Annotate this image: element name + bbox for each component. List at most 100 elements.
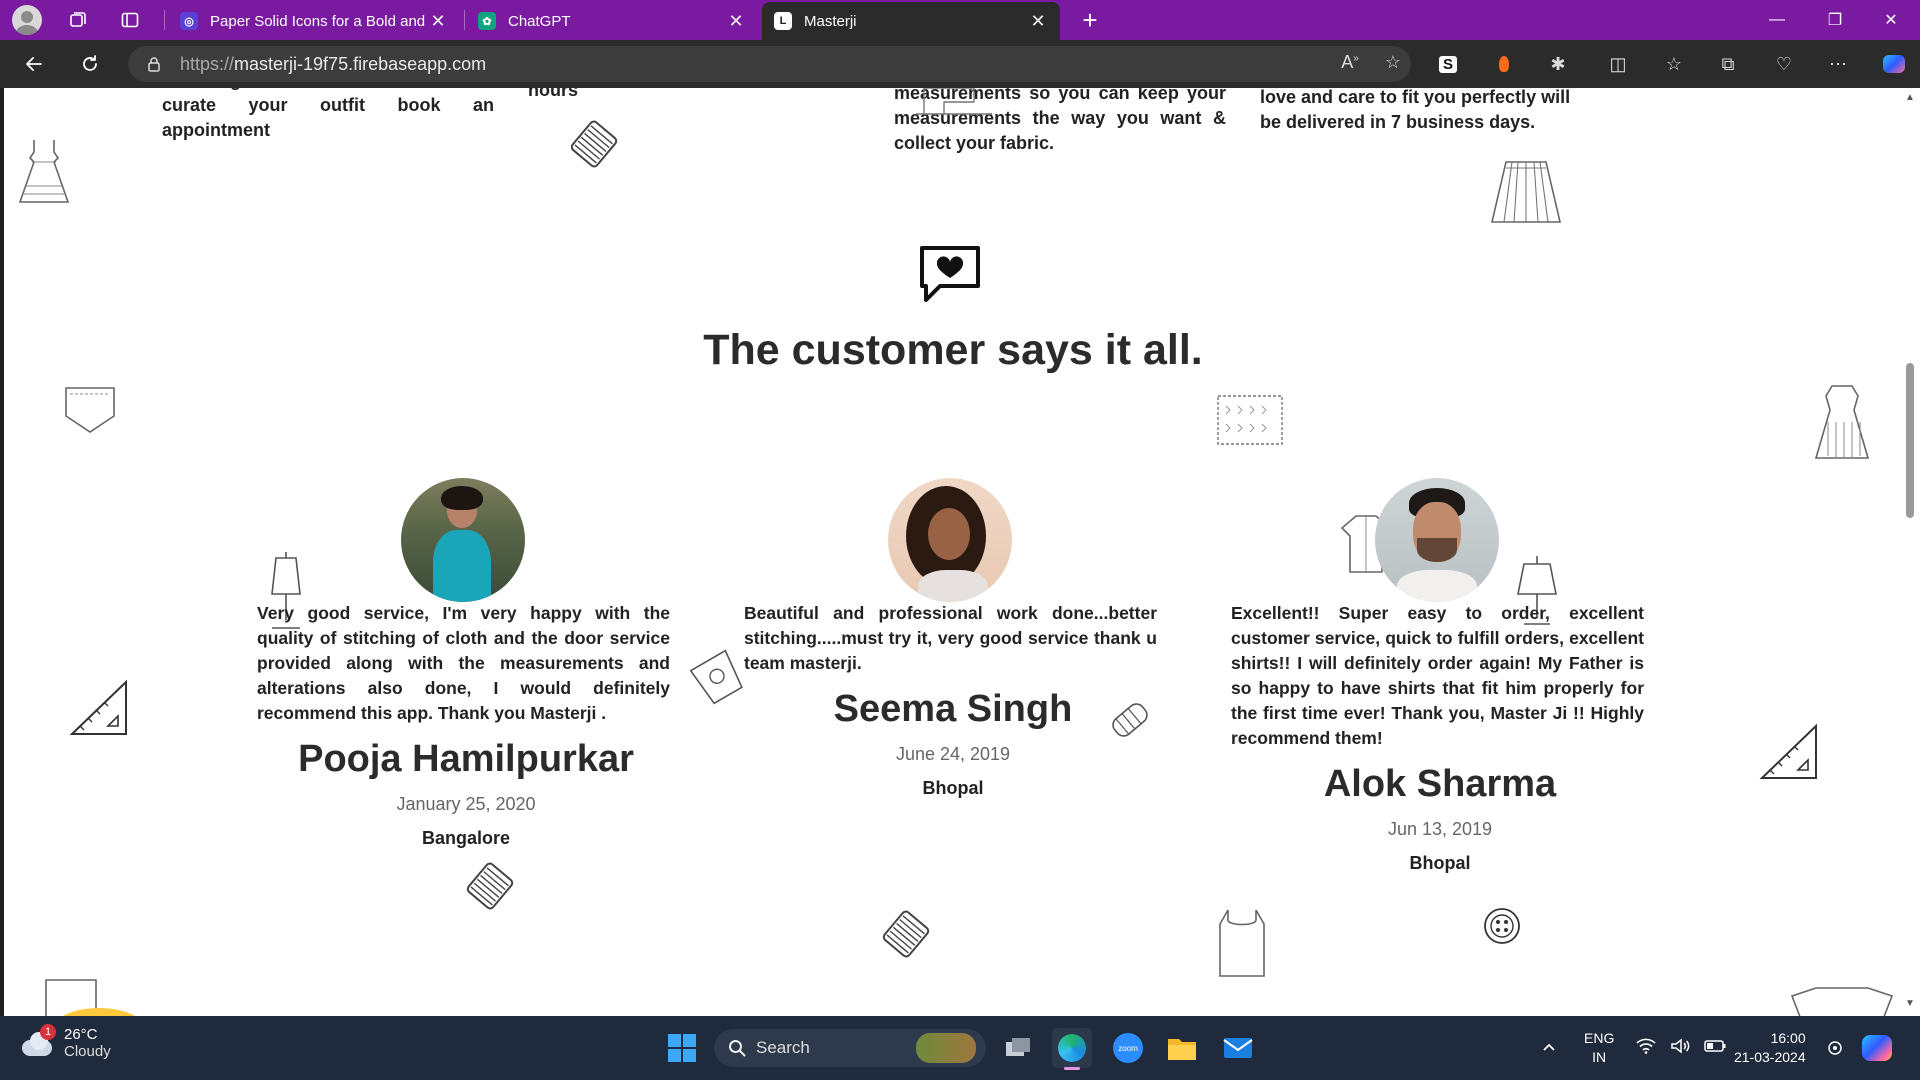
page-viewport: subcategories in Men and Women and curat…	[4, 88, 1902, 1016]
windows-taskbar: 1 26°C Cloudy Search zoom ENG IN 16:00 2…	[0, 1016, 1920, 1080]
close-tab-icon[interactable]: ✕	[428, 11, 448, 32]
page-scrollbar[interactable]: ▲ ▼	[1900, 88, 1920, 1016]
task-view-icon[interactable]	[998, 1028, 1038, 1068]
step-text-hours: hours	[528, 88, 579, 100]
read-aloud-icon[interactable]: A»	[1341, 52, 1359, 73]
tab-title: Masterji	[804, 12, 857, 30]
extension-s-icon[interactable]: S	[1436, 52, 1460, 76]
shirt-collar-doodle-icon	[1790, 987, 1894, 1016]
thread-spool-icon	[570, 120, 618, 168]
minimize-button[interactable]: —	[1748, 0, 1806, 40]
wifi-icon[interactable]	[1636, 1038, 1656, 1059]
review-city: Bhopal	[1409, 853, 1471, 873]
collections-icon[interactable]: ⧉	[1716, 52, 1740, 76]
more-options-icon[interactable]: ⋯	[1826, 52, 1850, 76]
tank-top-doodle-icon	[1219, 909, 1265, 977]
step-text-book: subcategories in Men and Women and curat…	[162, 88, 494, 140]
search-favicon-icon: ◎	[180, 12, 198, 30]
language-code: ENG	[1584, 1030, 1615, 1046]
volume-icon[interactable]	[1670, 1037, 1690, 1059]
taskbar-search-box[interactable]: Search	[714, 1029, 986, 1067]
address-bar[interactable]: https://masterji-19f75.firebaseapp.com A…	[128, 46, 1411, 82]
close-window-button[interactable]: ✕	[1862, 0, 1920, 40]
review-city: Bangalore	[421, 828, 511, 848]
language-indicator[interactable]: ENG IN	[1584, 1016, 1614, 1080]
copilot-icon[interactable]	[1882, 52, 1906, 76]
chatgpt-favicon-icon: ✿	[478, 12, 496, 30]
skirt-doodle-icon	[1490, 161, 1562, 223]
system-tray-icons[interactable]	[1636, 1016, 1726, 1080]
zoom-taskbar-icon[interactable]: zoom	[1108, 1028, 1148, 1068]
clock[interactable]: 16:00 21-03-2024	[1734, 1016, 1806, 1080]
search-label: Search	[756, 1038, 810, 1057]
review-text: Excellent!! Super easy to order, excelle…	[1231, 603, 1644, 748]
extensions-puzzle-icon[interactable]: ✱	[1546, 52, 1570, 76]
fabric-swatch-doodle-icon	[1217, 395, 1283, 445]
clock-date: 21-03-2024	[1734, 1049, 1806, 1065]
reviewer-name: Alok Sharma	[1323, 763, 1557, 805]
button-doodle-icon	[1484, 908, 1520, 944]
mail-icon[interactable]	[1218, 1028, 1258, 1068]
file-explorer-icon[interactable]	[1162, 1028, 1202, 1068]
url-text: https://masterji-19f75.firebaseapp.com	[180, 53, 487, 74]
dress-doodle-icon	[18, 140, 70, 203]
windows-start-icon[interactable]	[662, 1028, 702, 1068]
weather-condition: Cloudy	[64, 1043, 111, 1060]
show-hidden-icons-chevron-icon[interactable]	[1540, 1016, 1558, 1080]
thread-spool-icon-2	[466, 862, 514, 910]
new-tab-button[interactable]: +	[1072, 0, 1108, 40]
favorite-star-icon[interactable]: ☆	[1385, 52, 1401, 73]
tab-title: ChatGPT	[508, 12, 571, 30]
tab-paper-icons[interactable]: ◎ Paper Solid Icons for a Bold and ✕	[168, 2, 460, 40]
restore-button[interactable]: ❐	[1806, 0, 1864, 40]
reviewer-avatar-alok	[1375, 478, 1499, 602]
scroll-down-arrow-icon[interactable]: ▼	[1904, 998, 1916, 1009]
edge-browser-taskbar-icon[interactable]	[1052, 1028, 1092, 1070]
browser-tab-bar: ◎ Paper Solid Icons for a Bold and ✕ ✿ C…	[0, 0, 1920, 40]
step-text-delivery: love and care to fit you perfectly will …	[1260, 88, 1571, 132]
copilot-taskbar-icon[interactable]	[1862, 1016, 1892, 1080]
review-city: Bhopal	[922, 778, 984, 798]
review-text: Very good service, I'm very happy with t…	[257, 603, 670, 723]
lock-icon[interactable]	[146, 56, 162, 72]
review-text: Beautiful and professional work done...b…	[744, 603, 1157, 673]
weather-temperature: 26°C	[64, 1026, 98, 1043]
scroll-up-arrow-icon[interactable]: ▲	[1904, 92, 1916, 103]
clock-time: 16:00	[1770, 1030, 1806, 1046]
masterji-favicon-icon: L	[774, 12, 792, 30]
notification-badge: 1	[40, 1024, 56, 1040]
battery-icon[interactable]	[1704, 1038, 1726, 1058]
set-square-ruler-icon-2	[1759, 723, 1817, 779]
workspaces-icon[interactable]	[58, 0, 98, 40]
back-arrow-icon[interactable]	[14, 44, 54, 84]
close-tab-icon[interactable]: ✕	[1028, 11, 1048, 32]
close-tab-icon[interactable]: ✕	[726, 11, 746, 32]
thread-spool-icon-3	[882, 910, 930, 958]
set-square-ruler-icon	[69, 679, 127, 735]
region-code: IN	[1592, 1049, 1607, 1065]
testimonials-title: The customer says it all.	[703, 326, 1203, 374]
frock-doodle-icon	[1814, 385, 1870, 459]
review-date: Jun 13, 2019	[1387, 819, 1493, 839]
extension-flame-icon[interactable]	[1492, 52, 1516, 76]
tab-title: Paper Solid Icons for a Bold and	[210, 12, 426, 30]
sewing-machine-doodle-icon	[916, 88, 992, 115]
refresh-icon[interactable]	[70, 44, 110, 84]
notification-settings-icon[interactable]	[1826, 1016, 1844, 1080]
cloud-icon: 1	[20, 1024, 56, 1058]
browser-essentials-icon[interactable]: ♡	[1772, 52, 1796, 76]
tab-masterji[interactable]: L Masterji ✕	[762, 2, 1060, 40]
tab-actions-icon[interactable]	[110, 0, 150, 40]
favorites-icon[interactable]: ☆	[1662, 52, 1686, 76]
reviewer-avatar-seema	[888, 478, 1012, 602]
review-date: June 24, 2019	[895, 744, 1011, 764]
heart-chat-icon	[920, 246, 980, 302]
profile-avatar[interactable]	[12, 5, 42, 35]
tailor-chalk-doodle-icon	[690, 649, 743, 705]
tab-chatgpt[interactable]: ✿ ChatGPT ✕	[466, 2, 758, 40]
search-icon	[729, 1040, 746, 1057]
reviewer-avatar-pooja	[401, 478, 525, 602]
scrollbar-thumb[interactable]	[1906, 363, 1914, 518]
weather-widget[interactable]: 1 26°C Cloudy	[20, 1024, 111, 1060]
split-screen-icon[interactable]: ◫	[1606, 52, 1630, 76]
